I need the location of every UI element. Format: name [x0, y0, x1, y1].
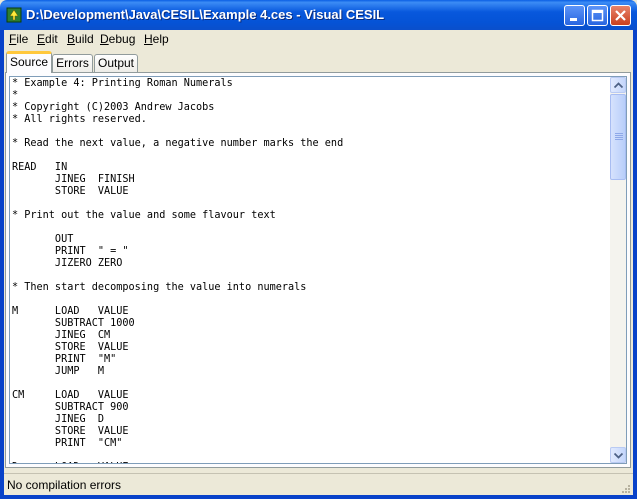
scroll-down-icon: [614, 452, 623, 459]
window-title: D:\Development\Java\CESIL\Example 4.ces …: [26, 7, 385, 22]
maximize-button[interactable]: [587, 5, 608, 26]
window-frame-left: [0, 30, 4, 499]
tab-panel: * Example 4: Printing Roman Numerals * * C…: [5, 72, 631, 468]
scroll-thumb[interactable]: [610, 94, 626, 180]
close-icon: [615, 10, 626, 21]
code-line: * Then start decomposing the value into …: [12, 282, 307, 293]
code-line: * All rights reserved.: [12, 114, 147, 125]
code-line: JINEG D: [12, 414, 105, 425]
code-line: * Read the next value, a negative number…: [12, 138, 344, 149]
source-code: * Example 4: Printing Roman Numerals * * C…: [10, 77, 612, 463]
close-button[interactable]: [610, 5, 631, 26]
code-line: * Example 4: Printing Roman Numerals: [12, 78, 233, 89]
tab-strip: Source Errors Output: [4, 51, 633, 73]
code-line: * Copyright (C)2003 Andrew Jacobs: [12, 102, 215, 113]
app-icon: [6, 7, 22, 23]
window-frame-right: [633, 30, 637, 499]
tab-errors[interactable]: Errors: [52, 54, 93, 73]
menu-help[interactable]: Help: [144, 32, 169, 46]
code-line: STORE VALUE: [12, 342, 129, 353]
menu-debug[interactable]: Debug: [100, 32, 135, 46]
code-line: JINEG CM: [12, 330, 111, 341]
resize-grip-icon[interactable]: [619, 482, 631, 494]
status-bar: No compilation errors: [4, 473, 633, 496]
code-line: STORE VALUE: [12, 426, 129, 437]
menu-build[interactable]: Build: [67, 32, 94, 46]
menu-bar: File Edit Build Debug Help: [4, 30, 633, 49]
code-line: PRINT " = ": [12, 246, 129, 257]
code-line: SUBTRACT 900: [12, 402, 129, 413]
code-line: M LOAD VALUE: [12, 306, 129, 317]
code-line: SUBTRACT 1000: [12, 318, 135, 329]
code-line: STORE VALUE: [12, 186, 129, 197]
scroll-up-button[interactable]: [610, 77, 626, 93]
code-line: CM LOAD VALUE: [12, 390, 129, 401]
code-line: JINEG FINISH: [12, 174, 135, 185]
code-line: PRINT "M": [12, 354, 117, 365]
scroll-down-button[interactable]: [610, 447, 626, 463]
menu-file[interactable]: File: [9, 32, 28, 46]
menu-edit[interactable]: Edit: [37, 32, 58, 46]
vertical-scrollbar[interactable]: [610, 76, 627, 464]
code-line: OUT: [12, 234, 74, 245]
code-line: READ IN: [12, 162, 68, 173]
code-line: D LOAD VALUE: [12, 462, 612, 463]
window-frame-bottom: [0, 495, 637, 499]
scroll-up-icon: [614, 82, 623, 89]
code-line: *: [12, 90, 19, 101]
tab-source[interactable]: Source: [6, 51, 52, 73]
minimize-icon: [570, 18, 577, 21]
minimize-button[interactable]: [564, 5, 585, 26]
source-editor[interactable]: * Example 4: Printing Roman Numerals * * C…: [9, 76, 613, 464]
code-line: * Print out the value and some flavour t…: [12, 210, 276, 221]
status-text: No compilation errors: [7, 478, 122, 492]
maximize-icon: [591, 9, 604, 22]
title-bar[interactable]: D:\Development\Java\CESIL\Example 4.ces …: [0, 0, 637, 30]
tab-output[interactable]: Output: [94, 54, 138, 73]
code-line: JUMP M: [12, 366, 105, 377]
code-line: JIZERO ZERO: [12, 258, 123, 269]
code-line: PRINT "CM": [12, 438, 123, 449]
